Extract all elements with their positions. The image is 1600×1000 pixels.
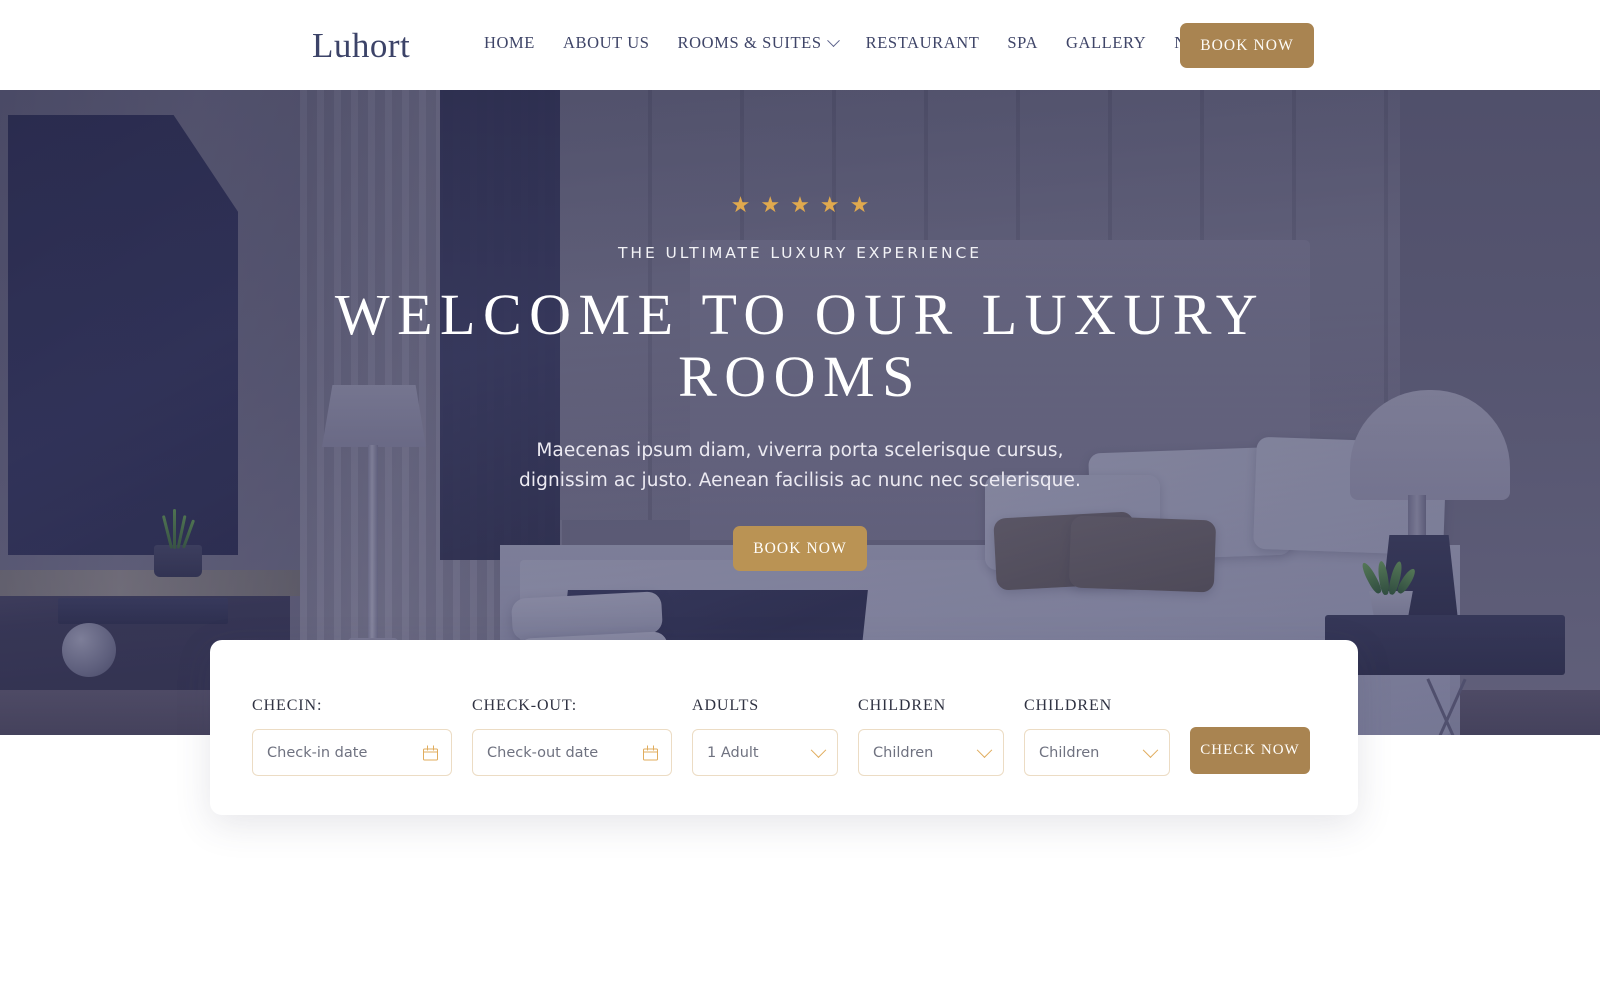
booking-field-checkout: CHECK-OUT: Check-out date — [472, 697, 672, 776]
main-navigation: HOME ABOUT US ROOMS & SUITES RESTAURANT … — [484, 33, 1267, 53]
field-value: Check-out date — [487, 744, 599, 761]
checkout-date-input[interactable]: Check-out date — [472, 729, 672, 776]
calendar-icon[interactable] — [643, 745, 658, 760]
field-value: Check-in date — [267, 744, 368, 761]
nav-item-home[interactable]: HOME — [484, 33, 535, 53]
field-value: Children — [1039, 744, 1100, 761]
hero-eyebrow: THE ULTIMATE LUXURY EXPERIENCE — [618, 244, 982, 262]
field-label: CHECK-OUT: — [472, 697, 578, 714]
header-book-now-button[interactable]: BOOK NOW — [1180, 23, 1314, 68]
chevron-down-icon[interactable] — [810, 741, 827, 758]
chevron-down-icon — [826, 33, 840, 47]
hero-book-now-button[interactable]: BOOK NOW — [733, 526, 867, 572]
chevron-down-icon[interactable] — [976, 741, 993, 758]
field-value: 1 Adult — [707, 744, 759, 761]
hero-title: WELCOME TO OUR LUXURY ROOMS — [334, 282, 1266, 410]
nav-label: ABOUT US — [562, 33, 650, 52]
field-label: CHILDREN — [1024, 697, 1113, 714]
hero-subtitle: Maecenas ipsum diam, viverra porta scele… — [519, 440, 1081, 492]
field-label: ADULTS — [692, 697, 760, 714]
children-select-2[interactable]: Children — [1024, 729, 1170, 776]
site-header: Luhort HOME ABOUT US ROOMS & SUITES REST… — [0, 0, 1600, 90]
adults-select[interactable]: 1 Adult — [692, 729, 838, 776]
children-select-1[interactable]: Children — [858, 729, 1004, 776]
star-icon: ★ — [760, 192, 781, 217]
chevron-down-icon[interactable] — [1142, 741, 1159, 758]
star-icon: ★ — [819, 192, 840, 217]
star-icon: ★ — [849, 192, 870, 217]
nav-label: SPA — [1007, 33, 1038, 52]
nav-item-spa[interactable]: SPA — [1007, 33, 1038, 53]
booking-field-checkin: CHECIN: Check-in date — [252, 697, 452, 776]
booking-search-card: CHECIN: Check-in date CHECK-OUT: Check-o… — [210, 640, 1358, 815]
nav-item-gallery[interactable]: GALLERY — [1066, 33, 1146, 53]
check-now-button[interactable]: CHECK NOW — [1190, 727, 1310, 774]
booking-field-children-2: CHILDREN Children — [1024, 697, 1170, 776]
star-rating: ★ ★ ★ ★ ★ — [731, 194, 870, 216]
booking-field-children-1: CHILDREN Children — [858, 697, 1004, 776]
nav-item-rooms-suites[interactable]: ROOMS & SUITES — [677, 33, 840, 53]
star-icon: ★ — [790, 192, 810, 217]
nav-item-about-us[interactable]: ABOUT US — [563, 33, 650, 53]
calendar-icon[interactable] — [423, 745, 438, 760]
nav-label: RESTAURANT — [865, 33, 980, 52]
field-value: Children — [873, 744, 934, 761]
booking-field-adults: ADULTS 1 Adult — [692, 697, 838, 776]
nav-label: GALLERY — [1065, 33, 1147, 52]
star-icon: ★ — [730, 192, 751, 217]
checkin-date-input[interactable]: Check-in date — [252, 729, 452, 776]
hero-content: ★ ★ ★ ★ ★ THE ULTIMATE LUXURY EXPERIENCE… — [0, 90, 1600, 735]
nav-label: HOME — [484, 33, 535, 52]
field-label: CHECIN: — [252, 697, 323, 714]
nav-item-restaurant[interactable]: RESTAURANT — [866, 33, 980, 53]
hero-section: ★ ★ ★ ★ ★ THE ULTIMATE LUXURY EXPERIENCE… — [0, 90, 1600, 735]
site-logo[interactable]: Luhort — [312, 26, 410, 66]
field-label: CHILDREN — [858, 697, 947, 714]
nav-label: ROOMS & SUITES — [677, 33, 822, 52]
